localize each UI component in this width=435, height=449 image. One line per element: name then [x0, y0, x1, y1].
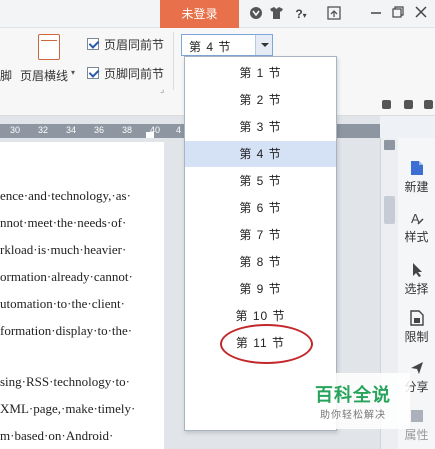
- header-line-button[interactable]: 页眉横线: [20, 67, 68, 84]
- footer-same-checkbox[interactable]: [87, 67, 99, 79]
- ruler-tick: 38: [122, 125, 133, 135]
- panel-item-label: 新建: [404, 180, 429, 194]
- dropdown-option-section-8[interactable]: 第 8 节: [185, 249, 336, 275]
- skin-icon[interactable]: [248, 6, 264, 22]
- indent-marker[interactable]: [146, 132, 154, 138]
- doc-line: ormation·already·cannot·: [0, 269, 133, 284]
- style-icon: A: [411, 211, 424, 226]
- help-icon[interactable]: ?▾: [290, 6, 312, 22]
- panel-item-style[interactable]: A 样式: [398, 210, 435, 245]
- settings-icon[interactable]: [424, 100, 433, 109]
- doc-line: XML·page,·make·timely·: [0, 401, 136, 416]
- doc-line: nnot·meet·the·needs·of·: [0, 215, 127, 230]
- header-same-label: 页眉同前节: [104, 38, 165, 52]
- dropdown-option-section-7[interactable]: 第 7 节: [185, 222, 336, 248]
- dropdown-option-section-4[interactable]: 第 4 节: [185, 141, 336, 167]
- dropdown-option-section-3[interactable]: 第 3 节: [185, 114, 336, 140]
- watermark: 百科全说 助你轻松解决: [305, 373, 410, 429]
- maximize-icon[interactable]: [390, 6, 406, 22]
- close-icon[interactable]: [413, 6, 429, 22]
- panel-item-restrict[interactable]: 限制: [398, 310, 435, 345]
- new-document-icon: [410, 161, 423, 175]
- watermark-title: 百科全说: [315, 385, 391, 405]
- panel-item-new[interactable]: 新建: [398, 160, 435, 195]
- edit-icon[interactable]: [404, 100, 413, 109]
- dropdown-option-section-2[interactable]: 第 2 节: [185, 87, 336, 113]
- doc-line: sing·RSS·technology·to·: [0, 374, 130, 389]
- restore-up-icon[interactable]: [326, 6, 342, 22]
- cut-label: 脚: [0, 69, 13, 83]
- minimize-icon[interactable]: [368, 6, 384, 22]
- ruler-tick: 30: [10, 125, 21, 135]
- cursor-icon: [412, 263, 422, 277]
- scroll-up-icon[interactable]: [384, 140, 395, 150]
- panel-item-select[interactable]: 选择: [398, 262, 435, 297]
- panel-item-label: 属性: [404, 428, 429, 442]
- title-bar: 未登录 ?▾: [0, 0, 435, 28]
- login-button[interactable]: 未登录: [160, 0, 239, 28]
- doc-line: ence·and·technology,·as·: [0, 188, 131, 203]
- dropdown-option-section-5[interactable]: 第 5 节: [185, 168, 336, 194]
- ribbon-divider: [173, 32, 174, 90]
- chevron-down-icon[interactable]: [255, 35, 272, 55]
- shirt-icon[interactable]: [268, 6, 284, 22]
- doc-line: m·based·on·Android·: [0, 428, 114, 443]
- footer-same-label: 页脚同前节: [104, 67, 165, 81]
- document-page[interactable]: ence·and·technology,·as· nnot·meet·the·n…: [0, 142, 164, 449]
- dropdown-option-section-6[interactable]: 第 6 节: [185, 195, 336, 221]
- dropdown-option-section-1[interactable]: 第 1 节: [185, 60, 336, 86]
- properties-icon: [410, 410, 423, 422]
- watermark-subtitle: 助你轻松解决: [320, 410, 386, 421]
- scroll-thumb[interactable]: [384, 196, 395, 224]
- ruler-tick: 32: [38, 125, 49, 135]
- section-select-value: 第 4 节: [189, 40, 232, 54]
- chevron-down-icon[interactable]: ▾: [71, 68, 75, 77]
- ruler-tick: 34: [66, 125, 77, 135]
- panel-item-label: 选择: [404, 282, 429, 296]
- doc-line: formation·display·to·the·: [0, 323, 133, 338]
- view-icon[interactable]: [382, 100, 391, 109]
- dialog-launcher-icon[interactable]: ⌟: [160, 84, 164, 95]
- help-label: ?: [295, 7, 303, 21]
- restrict-document-icon: [409, 310, 424, 326]
- chevron-down-icon: ▾: [302, 11, 307, 20]
- panel-item-label: 样式: [404, 230, 429, 244]
- ruler-tick: 4: [176, 125, 182, 135]
- annotation-circle: [220, 324, 313, 364]
- ruler-tick: 36: [94, 125, 105, 135]
- dropdown-option-section-9[interactable]: 第 9 节: [185, 276, 336, 302]
- doc-line: utomation·to·the·client·: [0, 296, 125, 311]
- doc-line: rkload·is·much·heavier·: [0, 242, 127, 257]
- header-line-icon[interactable]: [38, 34, 60, 60]
- section-select[interactable]: 第 4 节: [181, 34, 273, 56]
- share-icon: [410, 362, 423, 374]
- panel-item-label: 限制: [404, 330, 429, 344]
- header-same-checkbox[interactable]: [87, 38, 99, 50]
